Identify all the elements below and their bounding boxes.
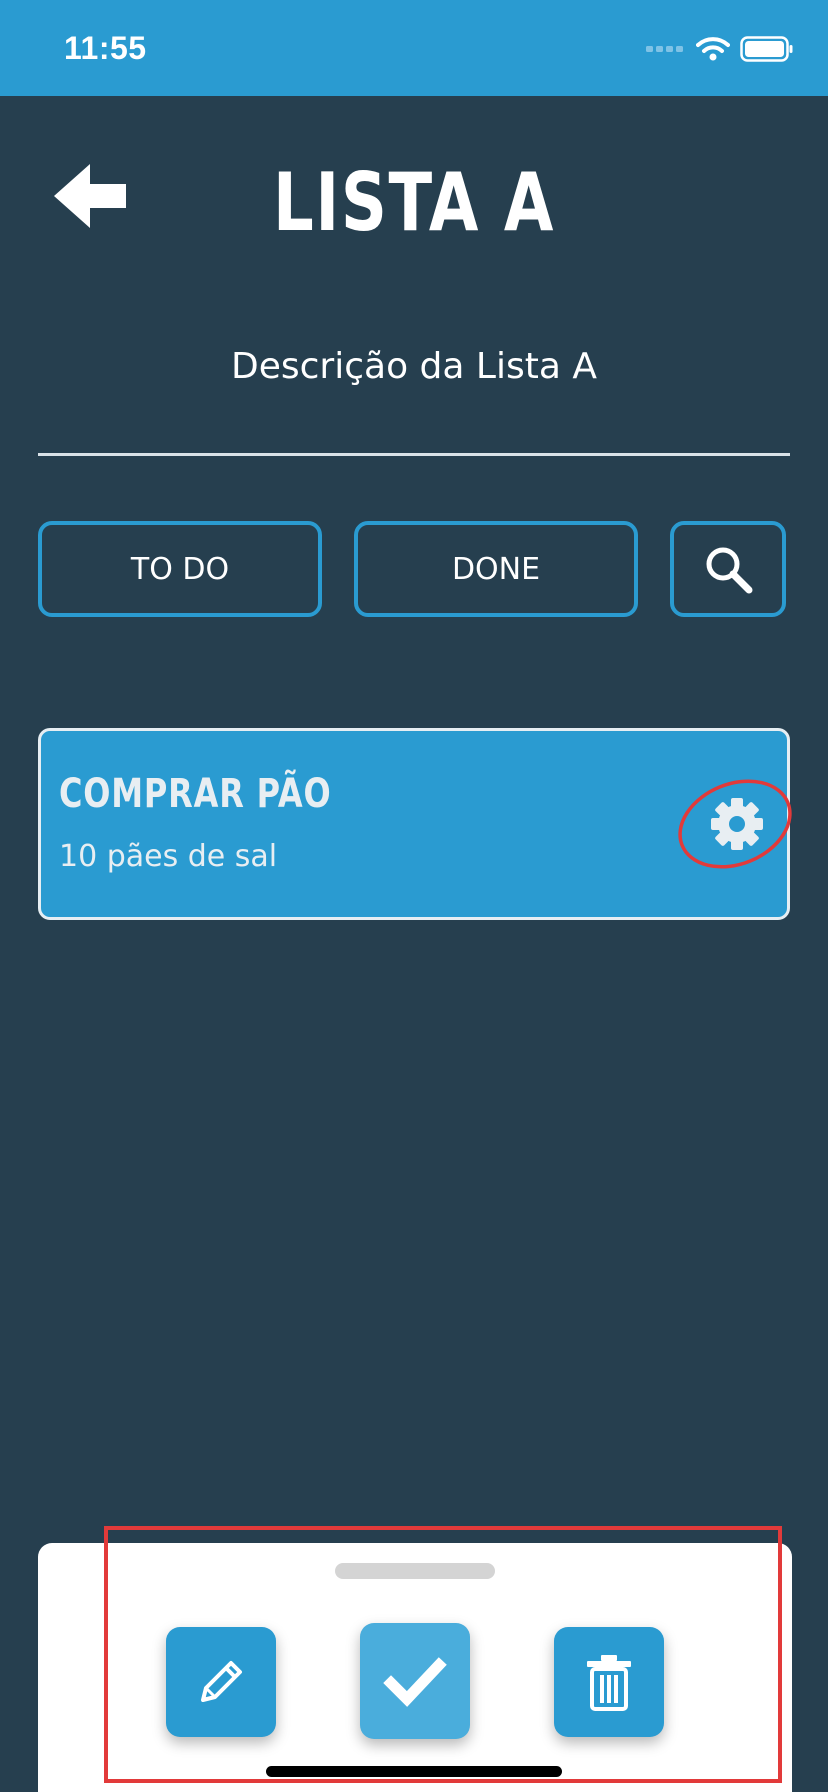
check-icon <box>383 1657 447 1707</box>
task-title: COMPRAR PÃO <box>59 771 332 817</box>
battery-icon <box>740 36 793 62</box>
status-time: 11:55 <box>64 30 147 66</box>
pencil-icon <box>201 1661 242 1702</box>
page-subtitle: Descrição da Lista A <box>231 346 597 387</box>
edit-button[interactable] <box>166 1627 276 1737</box>
status-bar: 11:55 <box>0 0 828 96</box>
status-icons <box>646 34 794 64</box>
done-filter-label: DONE <box>451 551 541 587</box>
task-settings-button[interactable] <box>677 777 797 871</box>
signal-dots-icon <box>646 46 683 52</box>
divider <box>38 453 790 456</box>
gear-icon <box>678 779 792 869</box>
todo-filter-button[interactable]: TO DO <box>38 521 322 617</box>
search-icon <box>706 547 753 594</box>
page-title: LISTA A <box>273 156 555 249</box>
task-description: 10 pães de sal <box>59 839 278 874</box>
wifi-icon <box>696 37 730 61</box>
done-filter-button[interactable]: DONE <box>354 521 638 617</box>
complete-button[interactable] <box>360 1623 470 1739</box>
home-indicator <box>266 1766 562 1777</box>
todo-filter-label: TO DO <box>130 551 230 587</box>
search-button[interactable] <box>670 521 786 617</box>
trash-icon <box>587 1655 631 1711</box>
action-sheet <box>38 1543 792 1792</box>
delete-button[interactable] <box>554 1627 664 1737</box>
sheet-handle[interactable] <box>335 1563 495 1579</box>
task-card[interactable]: COMPRAR PÃO 10 pães de sal <box>38 728 792 920</box>
